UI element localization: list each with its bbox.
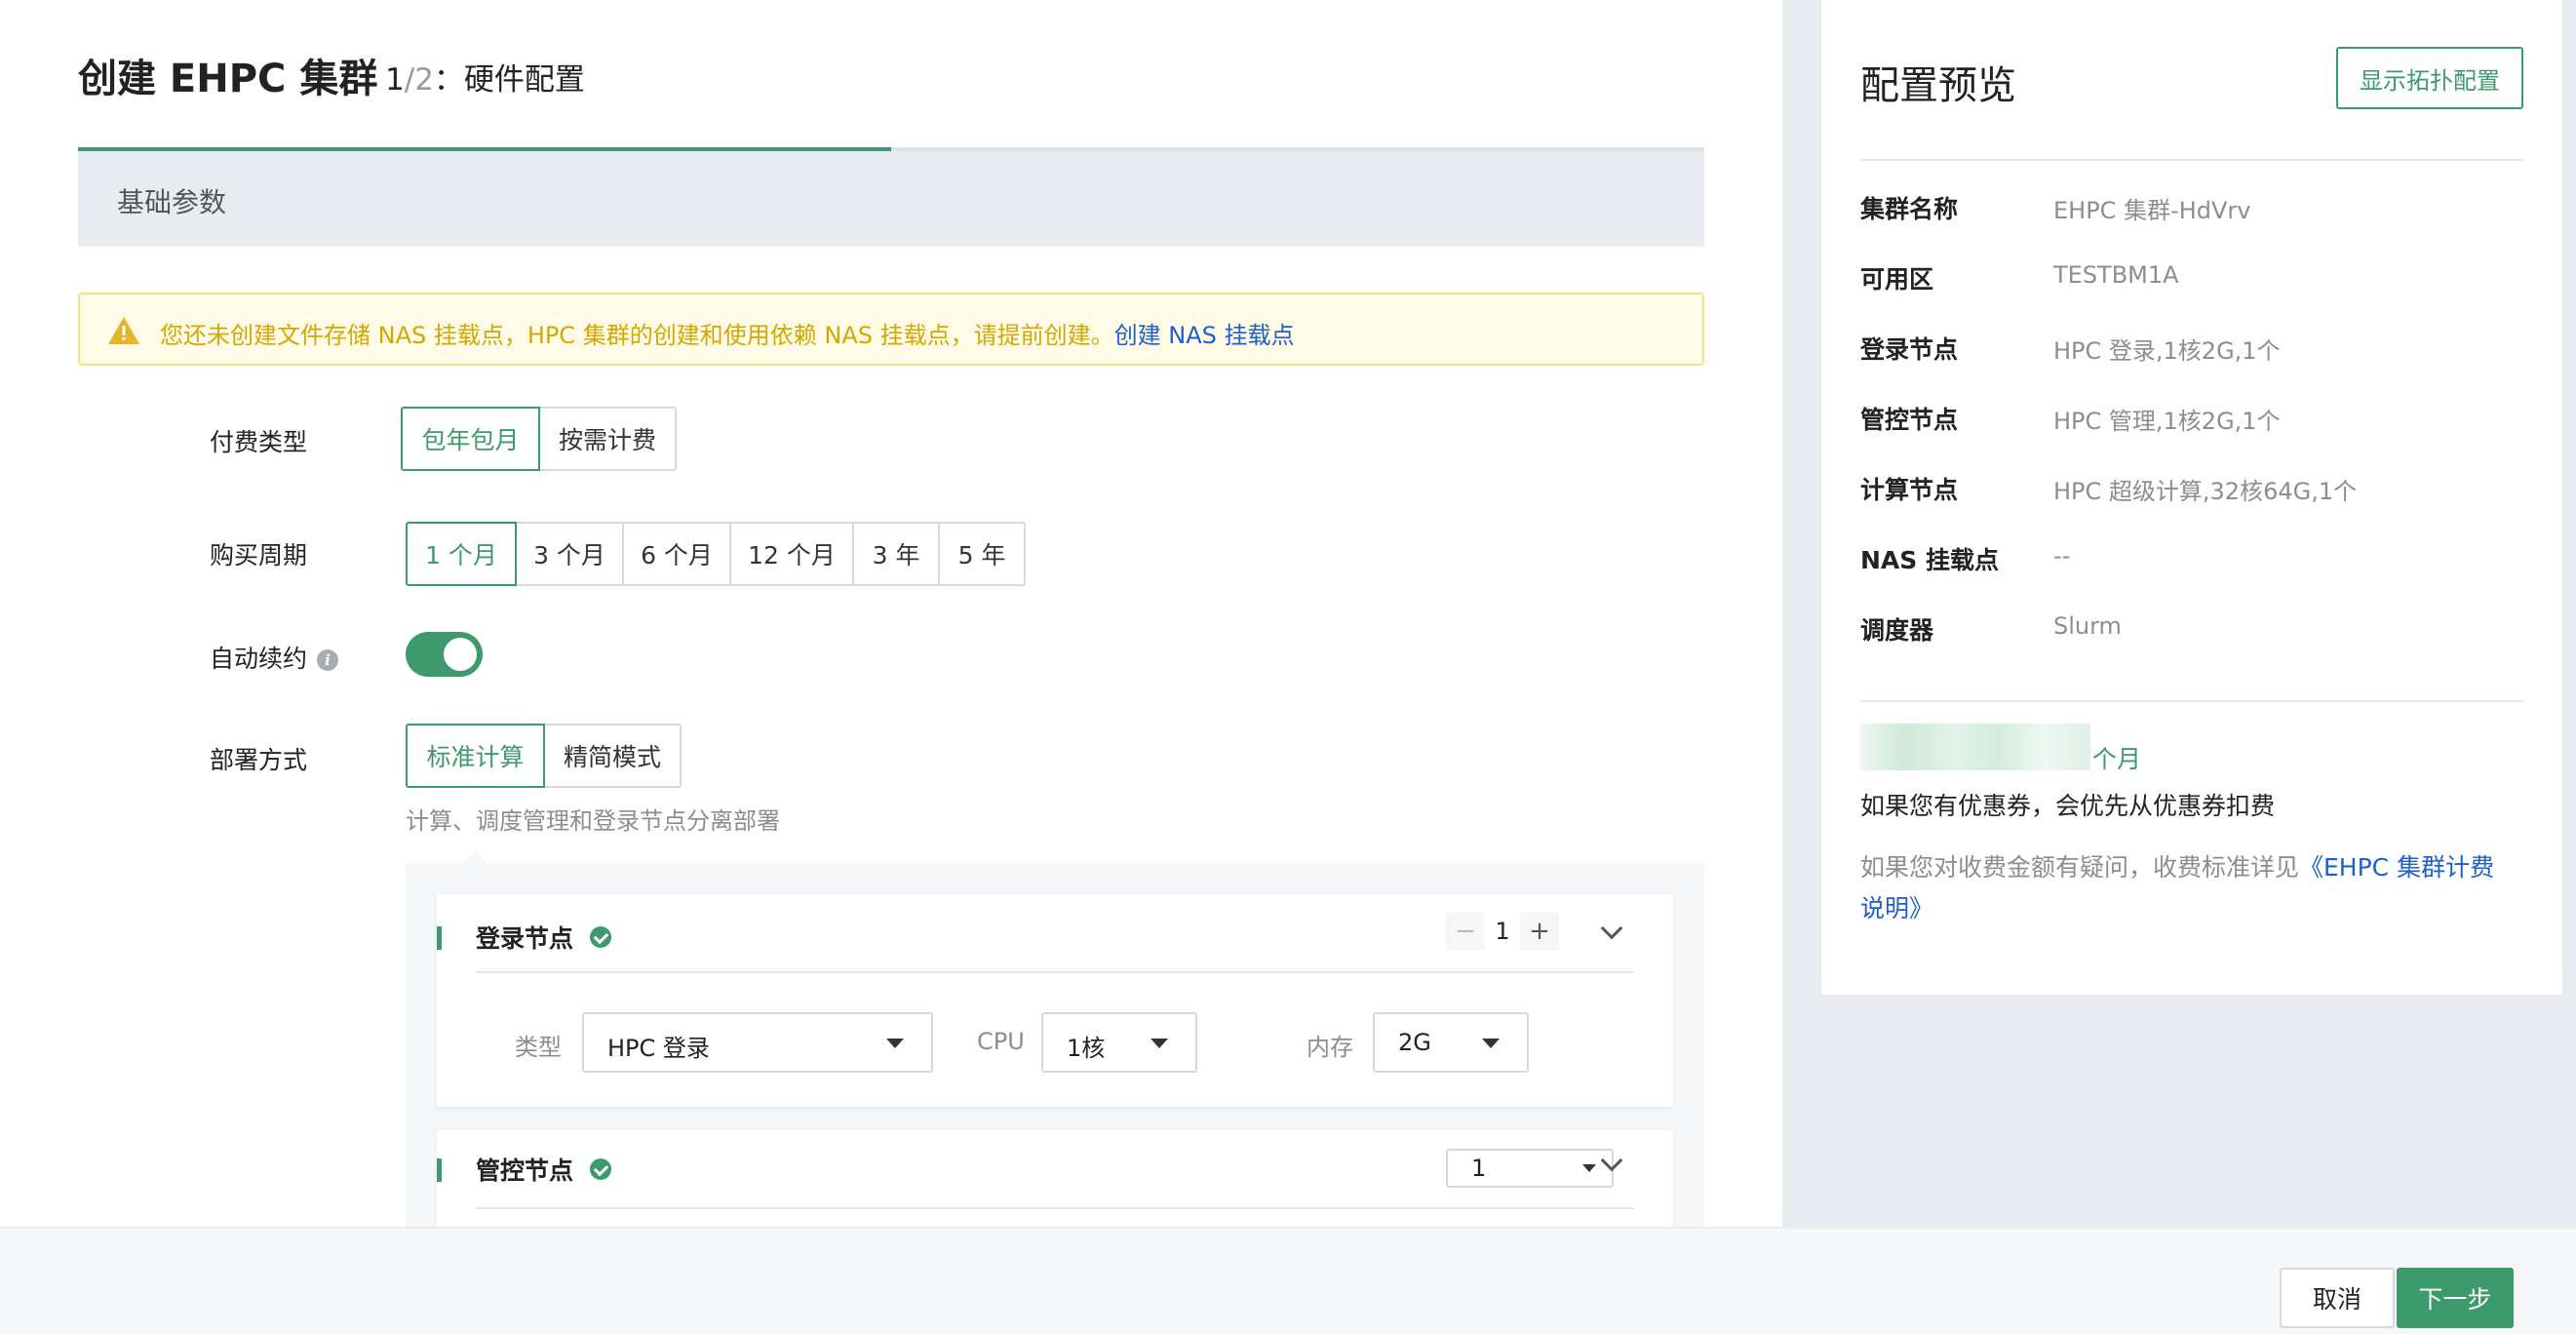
summary-label-nas: NAS 挂载点 (1860, 546, 1999, 574)
footer-bar (0, 1227, 2576, 1334)
login-node-cpu-select[interactable]: 1核 (1041, 1012, 1197, 1073)
summary-label-login-node: 登录节点 (1860, 335, 1959, 364)
billing-note-text: 如果您对收费金额有疑问，收费标准详见 (1860, 853, 2300, 882)
deploy-option-lite[interactable]: 精简模式 (543, 724, 682, 788)
management-node-card: 管控节点 1 (437, 1130, 1673, 1237)
payment-option-payg[interactable]: 按需计费 (538, 407, 677, 471)
memory-label: 内存 (1307, 1034, 1353, 1061)
section-title: 基础参数 (117, 186, 227, 218)
step-total: 2 (414, 62, 434, 98)
login-node-card: 登录节点 − 1 + 类型 HPC 登录 CPU 1核 内存 2G (437, 894, 1673, 1107)
increment-button[interactable]: + (1520, 917, 1559, 946)
caret-down-icon (1151, 1039, 1168, 1048)
summary-divider (1860, 159, 2523, 161)
page-title: 创建 EHPC 集群 (78, 57, 378, 101)
deploy-mode-selector: 标准计算 精简模式 (406, 724, 682, 788)
next-step-button[interactable]: 下一步 (2397, 1268, 2514, 1328)
summary-label-cluster-name: 集群名称 (1860, 195, 1959, 223)
price-unit: 个月 (2092, 745, 2142, 773)
summary-value-zone: TESTBM1A (2053, 261, 2179, 289)
login-node-memory-select[interactable]: 2G (1373, 1012, 1529, 1073)
toggle-knob (444, 638, 477, 671)
summary-title: 配置预览 (1860, 63, 2016, 108)
check-circle-icon (590, 926, 611, 948)
period-option-6-months[interactable]: 6 个月 (622, 522, 731, 586)
purchase-period-label: 购买周期 (210, 541, 308, 569)
caret-down-icon (1582, 1164, 1596, 1172)
type-label: 类型 (515, 1034, 562, 1061)
nas-warning-alert: 您还未创建文件存储 NAS 挂载点，HPC 集群的创建和使用依赖 NAS 挂载点… (78, 293, 1704, 366)
info-icon[interactable]: i (317, 649, 339, 671)
payment-option-subscription[interactable]: 包年包月 (401, 407, 540, 471)
summary-value-cluster-name: EHPC 集群-HdVrv (2053, 197, 2251, 224)
period-option-5-years[interactable]: 5 年 (938, 522, 1026, 586)
login-node-title: 登录节点 (476, 924, 574, 953)
card-accent (437, 926, 442, 950)
period-option-3-months[interactable]: 3 个月 (515, 522, 624, 586)
cancel-button[interactable]: 取消 (2280, 1268, 2395, 1328)
type-value: HPC 登录 (607, 1035, 710, 1062)
period-option-3-years[interactable]: 3 年 (852, 522, 940, 586)
card-divider (476, 1207, 1634, 1209)
step-current: 1 (385, 62, 405, 98)
deploy-mode-label: 部署方式 (210, 746, 308, 774)
billing-note: 如果您对收费金额有疑问，收费标准详见《EHPC 集群计费说明》 (1860, 847, 2504, 929)
summary-label-scheduler: 调度器 (1860, 616, 1934, 645)
create-nas-link[interactable]: 创建 NAS 挂载点 (1114, 322, 1295, 349)
main-content: 创建 EHPC 集群 1/2：硬件配置 基础参数 您还未创建文件存储 NAS 挂… (0, 0, 1782, 1334)
period-option-1-month[interactable]: 1 个月 (406, 522, 517, 586)
summary-divider (1860, 700, 2523, 702)
auto-renew-label: 自动续约 i (210, 640, 339, 675)
login-node-count[interactable]: 1 (1485, 913, 1520, 950)
chevron-down-icon[interactable] (1600, 917, 1623, 940)
period-option-12-months[interactable]: 12 个月 (729, 522, 854, 586)
check-circle-icon (590, 1158, 611, 1180)
summary-value-scheduler: Slurm (2053, 612, 2122, 640)
step-indicator: 1/2：硬件配置 (385, 55, 585, 98)
summary-value-nas: -- (2053, 542, 2071, 569)
alert-text: 您还未创建文件存储 NAS 挂载点，HPC 集群的创建和使用依赖 NAS 挂载点… (160, 322, 1114, 349)
card-divider (476, 971, 1634, 973)
section-header: 基础参数 (78, 151, 1704, 247)
summary-label-compute-node: 计算节点 (1860, 476, 1959, 504)
step-name: ：硬件配置 (433, 62, 585, 98)
summary-value-compute-node: HPC 超级计算,32核64G,1个 (2053, 478, 2358, 505)
summary-label-management-node: 管控节点 (1860, 406, 1959, 434)
deploy-option-standard[interactable]: 标准计算 (406, 724, 545, 788)
cpu-value: 1核 (1067, 1035, 1106, 1062)
summary-value-management-node: HPC 管理,1核2G,1个 (2053, 408, 2281, 435)
coupon-note: 如果您有优惠券，会优先从优惠券扣费 (1860, 792, 2276, 820)
card-accent (437, 1158, 442, 1182)
management-node-count-select[interactable]: 1 (1446, 1149, 1614, 1188)
price-amount-redacted (1860, 724, 2090, 770)
decrement-button[interactable]: − (1446, 917, 1485, 946)
alert-message: 您还未创建文件存储 NAS 挂载点，HPC 集群的创建和使用依赖 NAS 挂载点… (160, 316, 1295, 350)
auto-renew-label-text: 自动续约 (210, 645, 308, 673)
auto-renew-toggle[interactable] (406, 632, 483, 677)
show-topology-button[interactable]: 显示拓扑配置 (2336, 47, 2523, 109)
summary-value-login-node: HPC 登录,1核2G,1个 (2053, 337, 2281, 365)
payment-type-label: 付费类型 (210, 428, 308, 456)
memory-value: 2G (1398, 1029, 1431, 1056)
deploy-mode-hint: 计算、调度管理和登录节点分离部署 (406, 807, 780, 835)
summary-label-zone: 可用区 (1860, 265, 1934, 294)
login-node-type-select[interactable]: HPC 登录 (582, 1012, 933, 1073)
payment-type-selector: 包年包月 按需计费 (401, 407, 677, 471)
management-node-count: 1 (1471, 1155, 1487, 1182)
caret-down-icon (886, 1039, 904, 1048)
management-node-title: 管控节点 (476, 1157, 574, 1185)
warning-icon (108, 317, 139, 344)
purchase-period-selector: 1 个月 3 个月 6 个月 12 个月 3 年 5 年 (406, 522, 1026, 586)
login-node-count-stepper: − 1 + (1446, 913, 1559, 950)
cpu-label: CPU (977, 1028, 1025, 1055)
hint-caret (464, 851, 488, 863)
caret-down-icon (1482, 1039, 1500, 1048)
step-separator: / (404, 62, 415, 98)
